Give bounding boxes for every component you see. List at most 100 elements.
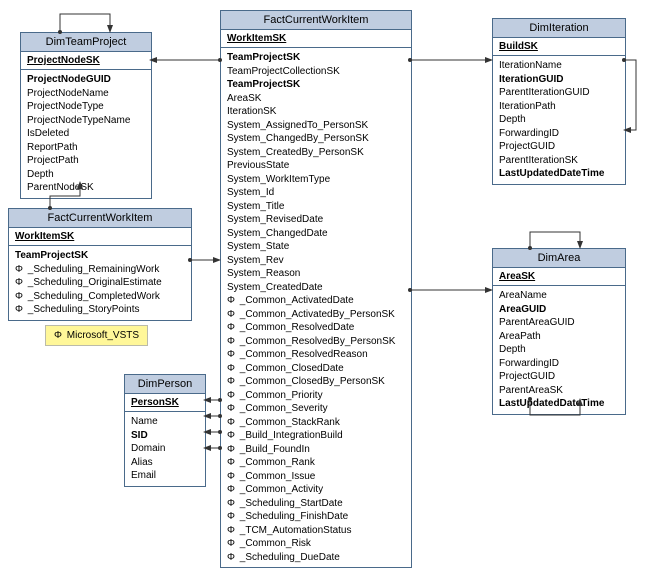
- table-row: Φ _Scheduling_DueDate: [227, 551, 405, 565]
- table-row: Φ _Common_Priority: [227, 389, 405, 403]
- table-row: ProjectNodeGUID: [27, 73, 145, 87]
- table-row: Φ _Scheduling_OriginalEstimate: [15, 276, 185, 290]
- table-row: ProjectGUID: [499, 370, 619, 384]
- table-row: Φ _Common_Rank: [227, 456, 405, 470]
- table-row: Φ _Build_FoundIn: [227, 443, 405, 457]
- table-body: TeamProjectSKΦ _Scheduling_RemainingWork…: [9, 246, 191, 320]
- legend-label: Microsoft_VSTS: [67, 330, 139, 341]
- table-row: Φ _Common_StackRank: [227, 416, 405, 430]
- table-body: IterationNameIterationGUIDParentIteratio…: [493, 56, 625, 184]
- table-row: ParentIterationGUID: [499, 86, 619, 100]
- table-row: System_AssignedTo_PersonSK: [227, 119, 405, 133]
- table-row: ParentAreaSK: [499, 384, 619, 398]
- table-row: Name: [131, 415, 199, 429]
- table-dim-person: DimPerson PersonSK NameSIDDomainAliasEma…: [124, 374, 206, 487]
- table-row: Depth: [499, 113, 619, 127]
- table-row: AreaGUID: [499, 303, 619, 317]
- table-dim-area: DimArea AreaSK AreaNameAreaGUIDParentAre…: [492, 248, 626, 415]
- table-key: AreaSK: [493, 268, 625, 286]
- table-dim-team-project: DimTeamProject ProjectNodeSK ProjectNode…: [20, 32, 152, 199]
- table-row: IterationPath: [499, 100, 619, 114]
- table-row: IterationGUID: [499, 73, 619, 87]
- table-header: FactCurrentWorkItem: [221, 11, 411, 30]
- table-row: Email: [131, 469, 199, 483]
- phi-icon: Φ: [54, 330, 64, 341]
- table-row: AreaPath: [499, 330, 619, 344]
- table-row: ProjectNodeType: [27, 100, 145, 114]
- table-header: DimArea: [493, 249, 625, 268]
- table-key: PersonSK: [125, 394, 205, 412]
- table-row: PreviousState: [227, 159, 405, 173]
- table-header: DimPerson: [125, 375, 205, 394]
- table-row: Φ _Build_IntegrationBuild: [227, 429, 405, 443]
- table-row: Φ _Common_ClosedDate: [227, 362, 405, 376]
- table-row: SID: [131, 429, 199, 443]
- table-row: Φ _Common_ResolvedReason: [227, 348, 405, 362]
- table-row: TeamProjectCollectionSK: [227, 65, 405, 79]
- table-row: Φ _Common_ResolvedBy_PersonSK: [227, 335, 405, 349]
- table-row: System_Reason: [227, 267, 405, 281]
- table-row: AreaSK: [227, 92, 405, 106]
- table-row: System_ChangedBy_PersonSK: [227, 132, 405, 146]
- table-fact-cwi-left: FactCurrentWorkItem WorkItemSK TeamProje…: [8, 208, 192, 321]
- table-row: LastUpdatedDateTime: [499, 167, 619, 181]
- table-row: System_CreatedDate: [227, 281, 405, 295]
- table-body: ProjectNodeGUIDProjectNodeNameProjectNod…: [21, 70, 151, 198]
- table-row: Φ _Common_ResolvedDate: [227, 321, 405, 335]
- table-row: Domain: [131, 442, 199, 456]
- table-row: System_Rev: [227, 254, 405, 268]
- table-row: System_Id: [227, 186, 405, 200]
- table-header: DimTeamProject: [21, 33, 151, 52]
- table-row: TeamProjectSK: [227, 51, 405, 65]
- table-body: TeamProjectSKTeamProjectCollectionSKTeam…: [221, 48, 411, 567]
- table-row: IsDeleted: [27, 127, 145, 141]
- table-row: Φ _Common_Severity: [227, 402, 405, 416]
- table-row: ForwardingID: [499, 127, 619, 141]
- table-body: NameSIDDomainAliasEmail: [125, 412, 205, 486]
- table-row: TeamProjectSK: [227, 78, 405, 92]
- table-row: System_Title: [227, 200, 405, 214]
- table-key: WorkItemSK: [221, 30, 411, 48]
- table-row: ProjectNodeName: [27, 87, 145, 101]
- table-row: IterationName: [499, 59, 619, 73]
- legend-phi: Φ Microsoft_VSTS: [45, 325, 148, 346]
- table-row: Depth: [499, 343, 619, 357]
- table-row: Φ _Common_Issue: [227, 470, 405, 484]
- table-row: Φ _Scheduling_CompletedWork: [15, 290, 185, 304]
- table-row: ParentIterationSK: [499, 154, 619, 168]
- table-row: Φ _Common_ActivatedBy_PersonSK: [227, 308, 405, 322]
- table-row: ForwardingID: [499, 357, 619, 371]
- table-row: Φ _Common_Activity: [227, 483, 405, 497]
- table-row: Φ _Scheduling_StartDate: [227, 497, 405, 511]
- table-row: Φ _Scheduling_FinishDate: [227, 510, 405, 524]
- table-key: ProjectNodeSK: [21, 52, 151, 70]
- table-row: System_CreatedBy_PersonSK: [227, 146, 405, 160]
- table-header: FactCurrentWorkItem: [9, 209, 191, 228]
- table-row: Φ _Common_ActivatedDate: [227, 294, 405, 308]
- table-header: DimIteration: [493, 19, 625, 38]
- table-row: TeamProjectSK: [15, 249, 185, 263]
- table-row: Alias: [131, 456, 199, 470]
- table-dim-iteration: DimIteration BuildSK IterationNameIterat…: [492, 18, 626, 185]
- table-row: System_RevisedDate: [227, 213, 405, 227]
- table-row: Φ _TCM_AutomationStatus: [227, 524, 405, 538]
- table-row: ParentNodeSK: [27, 181, 145, 195]
- table-row: AreaName: [499, 289, 619, 303]
- table-row: System_WorkItemType: [227, 173, 405, 187]
- table-row: ProjectGUID: [499, 140, 619, 154]
- table-row: Φ _Scheduling_RemainingWork: [15, 263, 185, 277]
- table-row: System_State: [227, 240, 405, 254]
- table-row: ReportPath: [27, 141, 145, 155]
- table-body: AreaNameAreaGUIDParentAreaGUIDAreaPathDe…: [493, 286, 625, 414]
- table-key: BuildSK: [493, 38, 625, 56]
- table-row: Φ _Common_Risk: [227, 537, 405, 551]
- table-row: System_ChangedDate: [227, 227, 405, 241]
- table-row: LastUpdatedDateTime: [499, 397, 619, 411]
- table-row: Φ _Common_ClosedBy_PersonSK: [227, 375, 405, 389]
- table-row: ParentAreaGUID: [499, 316, 619, 330]
- table-row: IterationSK: [227, 105, 405, 119]
- table-row: ProjectPath: [27, 154, 145, 168]
- table-row: Depth: [27, 168, 145, 182]
- table-row: Φ _Scheduling_StoryPoints: [15, 303, 185, 317]
- table-row: ProjectNodeTypeName: [27, 114, 145, 128]
